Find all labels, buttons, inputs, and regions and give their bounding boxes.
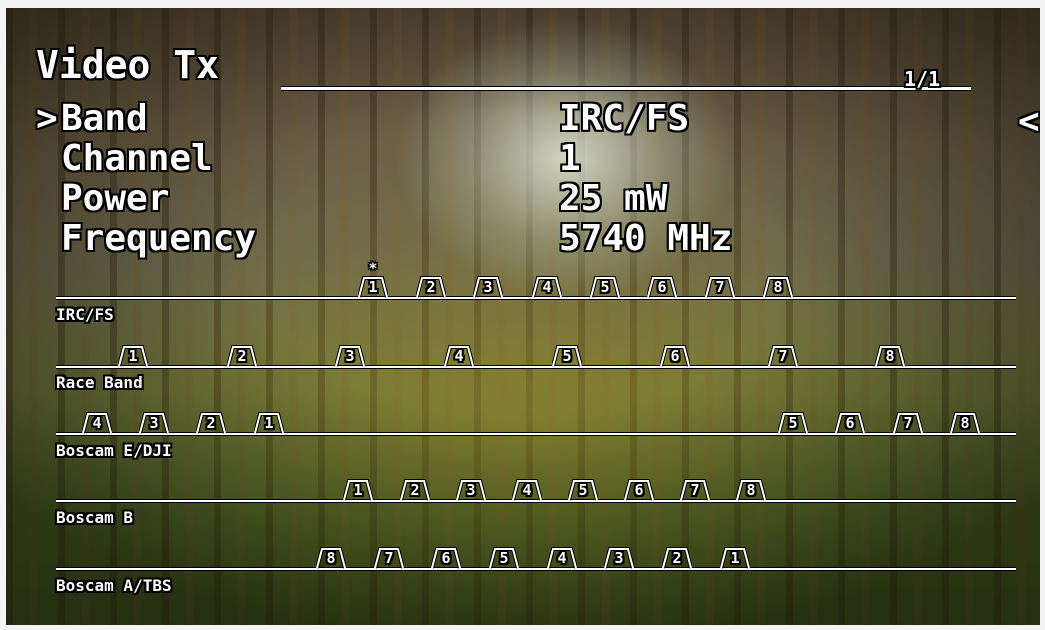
menu-item-channel[interactable]: Channel: [61, 140, 213, 178]
race-band-channel-6[interactable]: 6: [660, 345, 690, 367]
race-band-channel-5[interactable]: 5: [552, 345, 582, 367]
menu-item-power[interactable]: Power: [61, 180, 169, 218]
boscam-b-channel-5[interactable]: 5: [568, 479, 598, 501]
race-band-channel-4[interactable]: 4: [444, 345, 474, 367]
boscam-a-channel-6[interactable]: 6: [431, 547, 461, 569]
boscam-e-channel-4[interactable]: 4: [82, 412, 112, 434]
menu-item-frequency[interactable]: Frequency: [61, 220, 256, 258]
band-name-race-band: Race Band: [56, 373, 143, 392]
boscam-e-channel-8[interactable]: 8: [950, 412, 980, 434]
boscam-e-channel-1[interactable]: 1: [254, 412, 284, 434]
band-line-boscam-a-tbs: [56, 568, 1016, 570]
boscam-e-channel-3[interactable]: 3: [139, 412, 169, 434]
channel-value[interactable]: 1: [559, 140, 581, 178]
boscam-e-channel-5[interactable]: 5: [778, 412, 808, 434]
selection-cursor: >: [36, 98, 58, 139]
boscam-b-channel-7[interactable]: 7: [680, 479, 710, 501]
irc-fs-channel-5[interactable]: 5: [590, 276, 620, 298]
boscam-b-channel-2[interactable]: 2: [400, 479, 430, 501]
title-underline: [281, 87, 971, 90]
race-band-channel-3[interactable]: 3: [335, 345, 365, 367]
selected-channel-marker: *: [368, 261, 378, 277]
band-line-race-band: [56, 366, 1016, 368]
irc-fs-channel-3[interactable]: 3: [473, 276, 503, 298]
boscam-a-channel-2[interactable]: 2: [662, 547, 692, 569]
page-indicator: 1/1: [904, 67, 941, 91]
background-vignette: [6, 8, 1040, 625]
band-name-irc-fs: IRC/FS: [56, 305, 114, 324]
menu-title: Video Tx: [36, 43, 220, 87]
boscam-a-channel-8[interactable]: 8: [316, 547, 346, 569]
band-name-boscam-b: Boscam B: [56, 508, 134, 527]
fpv-camera-view: Video Tx 1/1 > Band IRC/FS < Channel 1 P…: [6, 8, 1040, 625]
boscam-b-channel-1[interactable]: 1: [343, 479, 373, 501]
boscam-a-channel-1[interactable]: 1: [720, 547, 750, 569]
irc-fs-channel-2[interactable]: 2: [416, 276, 446, 298]
race-band-channel-8[interactable]: 8: [875, 345, 905, 367]
race-band-channel-1[interactable]: 1: [118, 345, 148, 367]
frequency-value: 5740 MHz: [559, 218, 733, 259]
irc-fs-channel-1-selected[interactable]: * 1: [358, 262, 388, 298]
boscam-a-channel-3[interactable]: 3: [604, 547, 634, 569]
boscam-b-channel-6[interactable]: 6: [624, 479, 654, 501]
boscam-e-channel-6[interactable]: 6: [835, 412, 865, 434]
race-band-channel-2[interactable]: 2: [227, 345, 257, 367]
boscam-a-channel-4[interactable]: 4: [547, 547, 577, 569]
boscam-a-channel-7[interactable]: 7: [374, 547, 404, 569]
race-band-channel-7[interactable]: 7: [768, 345, 798, 367]
boscam-a-channel-5[interactable]: 5: [489, 547, 519, 569]
menu-item-band[interactable]: Band: [61, 100, 148, 138]
boscam-e-channel-7[interactable]: 7: [893, 412, 923, 434]
boscam-b-channel-4[interactable]: 4: [512, 479, 542, 501]
back-arrow-icon[interactable]: <: [1018, 103, 1040, 141]
band-name-boscam-a-tbs: Boscam A/TBS: [56, 576, 172, 595]
irc-fs-channel-6[interactable]: 6: [647, 276, 677, 298]
boscam-e-channel-2[interactable]: 2: [196, 412, 226, 434]
power-value[interactable]: 25 mW: [559, 180, 667, 218]
band-name-boscam-e-dji: Boscam E/DJI: [56, 441, 172, 460]
irc-fs-channel-7[interactable]: 7: [705, 276, 735, 298]
boscam-b-channel-3[interactable]: 3: [456, 479, 486, 501]
irc-fs-channel-4[interactable]: 4: [532, 276, 562, 298]
band-value[interactable]: IRC/FS: [559, 100, 689, 138]
irc-fs-channel-8[interactable]: 8: [763, 276, 793, 298]
boscam-b-channel-8[interactable]: 8: [736, 479, 766, 501]
